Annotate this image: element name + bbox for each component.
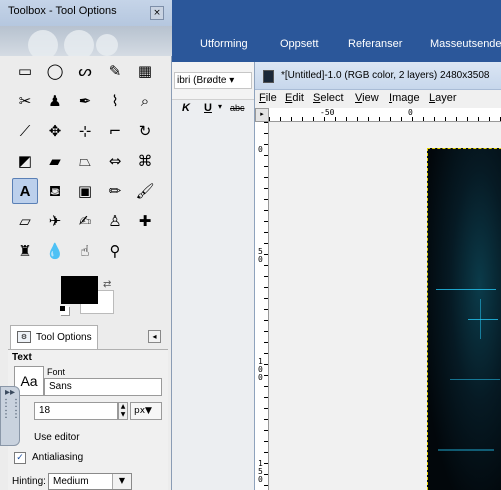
fuzzy-select-icon[interactable]: ✎ (102, 58, 128, 84)
heal-icon[interactable]: ✚ (132, 208, 158, 234)
tool-options-icon: ⚙ (17, 331, 31, 343)
glow-line (468, 319, 498, 320)
ink-icon[interactable]: ✍ (72, 208, 98, 234)
size-input[interactable]: 18 (34, 402, 118, 420)
move-icon[interactable]: ✥ (42, 118, 68, 144)
ellipse-select-icon[interactable]: ◯ (42, 58, 68, 84)
bucket-fill-icon[interactable]: ⛾ (42, 178, 68, 204)
glow-line (480, 299, 481, 339)
wilber-banner (0, 26, 172, 56)
menu-view[interactable]: View (355, 92, 379, 104)
word-tab-utforming[interactable]: Utforming (200, 38, 248, 50)
word-document-area (172, 100, 254, 490)
rect-select-icon[interactable]: ▭ (12, 58, 38, 84)
word-font-name[interactable]: ibri (Brødte ▾ (174, 72, 252, 89)
vertical-ruler[interactable]: 0 5 0 1 0 0 1 5 0 (255, 122, 269, 490)
antialiasing-checkbox[interactable]: ✓ (14, 452, 26, 464)
word-tab-masseutsendelser[interactable]: Masseutsende (430, 38, 501, 50)
tab-menu-icon[interactable]: ◂ (148, 330, 161, 343)
word-tab-oppsett[interactable]: Oppsett (280, 38, 319, 50)
shear-icon[interactable]: ▰ (42, 148, 68, 174)
unit-select[interactable]: px▼ (130, 402, 162, 420)
zoom-icon[interactable]: ⌕ (132, 88, 158, 114)
gimp-image-window: *[Untitled]-1.0 (RGB color, 2 layers) 24… (254, 62, 501, 490)
image-canvas[interactable] (427, 148, 501, 490)
glow-line (436, 289, 496, 290)
antialiasing-label[interactable]: Antialiasing (32, 452, 83, 463)
perspective-icon[interactable]: ⏢ (72, 148, 98, 174)
eraser-icon[interactable]: ▱ (12, 208, 38, 234)
foreground-select-icon[interactable]: ♟ (42, 88, 68, 114)
vruler-label-0: 0 (258, 145, 263, 154)
glow-line (438, 449, 494, 451)
cage-icon[interactable]: ⌘ (132, 148, 158, 174)
hinting-label: Hinting: (12, 476, 46, 487)
glow-line (450, 379, 500, 380)
pencil-icon[interactable]: ✏ (102, 178, 128, 204)
scissors-select-icon[interactable]: ✂ (12, 88, 38, 114)
image-menubar: File Edit Select View Image Layer (255, 90, 501, 107)
dock-handle[interactable]: ▸▸ ⋮⋮ ⋮⋮ (0, 386, 21, 446)
gimp-image-icon (263, 70, 274, 83)
crop-icon[interactable]: ⌐ (102, 118, 128, 144)
measure-icon[interactable]: ⟋ (12, 118, 38, 144)
menu-layer[interactable]: Layer (429, 92, 457, 104)
vruler-label-150: 1 5 0 (258, 459, 263, 484)
image-window-title: *[Untitled]-1.0 (RGB color, 2 layers) 24… (281, 70, 490, 81)
wilber-eye (28, 30, 58, 56)
default-colors-icon[interactable] (60, 306, 69, 315)
color-picker-icon[interactable]: ⌇ (102, 88, 128, 114)
blend-icon[interactable]: ▣ (72, 178, 98, 204)
free-select-icon[interactable]: ᔕ (72, 58, 98, 84)
chevron-down-icon[interactable]: ▼ (112, 474, 131, 489)
word-bold-button[interactable]: K (182, 102, 190, 114)
align-icon[interactable]: ⊹ (72, 118, 98, 144)
quick-mask-toggle[interactable]: ▸ (255, 108, 269, 122)
text-icon[interactable]: A (12, 178, 38, 204)
toolbox-titlebar[interactable]: Toolbox - Tool Options × (0, 0, 172, 26)
size-spinner[interactable]: ▲ ▼ (118, 402, 128, 420)
scale-icon[interactable]: ◩ (12, 148, 38, 174)
blur-icon[interactable]: 💧 (42, 238, 68, 264)
word-underline-button[interactable]: U (204, 102, 212, 114)
menu-file[interactable]: File (259, 92, 277, 104)
font-label: Font (47, 367, 66, 377)
tool-options-title: Text (12, 352, 32, 363)
word-ribbon (172, 0, 501, 62)
swap-colors-icon[interactable]: ⇄ (103, 279, 111, 290)
paths-icon[interactable]: ✒ (72, 88, 98, 114)
font-input[interactable]: Sans (44, 378, 162, 396)
menu-image[interactable]: Image (389, 92, 420, 104)
menu-edit[interactable]: Edit (285, 92, 304, 104)
word-underline-dropdown[interactable]: ▾ (218, 102, 222, 111)
close-icon[interactable]: × (150, 6, 164, 20)
dodge-burn-icon[interactable]: ⚲ (102, 238, 128, 264)
use-editor-label[interactable]: Use editor (34, 432, 80, 443)
vruler-label-100: 1 0 0 (258, 357, 263, 382)
word-tab-referanser[interactable]: Referanser (348, 38, 402, 50)
rotate-icon[interactable]: ↻ (132, 118, 158, 144)
paintbrush-icon[interactable]: 🖌 (132, 178, 158, 204)
wilber-eye (64, 30, 94, 56)
desktop: Utforming Oppsett Referanser Masseutsend… (0, 0, 501, 490)
foreground-color-swatch-top[interactable] (61, 276, 98, 304)
vruler-label-50: 5 0 (258, 247, 263, 264)
horizontal-ruler[interactable]: -50 0 (269, 108, 501, 122)
tab-tool-options[interactable]: ⚙ Tool Options (10, 325, 98, 349)
word-strikethrough-button[interactable]: abc (230, 103, 245, 113)
perspective-clone-icon[interactable]: ♜ (12, 238, 38, 264)
hruler-label-0: 0 (408, 108, 413, 117)
select-by-color-icon[interactable]: ▦ (132, 58, 158, 84)
wilber-eye (96, 34, 118, 56)
image-window-titlebar[interactable]: *[Untitled]-1.0 (RGB color, 2 layers) 24… (255, 62, 501, 90)
smudge-icon[interactable]: ☝ (72, 238, 98, 264)
clone-icon[interactable]: ♙ (102, 208, 128, 234)
airbrush-icon[interactable]: ✈ (42, 208, 68, 234)
menu-select[interactable]: Select (313, 92, 344, 104)
hruler-label-neg50: -50 (320, 108, 335, 117)
tab-tool-options-label: Tool Options (36, 332, 92, 343)
toolbox-title: Toolbox - Tool Options (8, 5, 117, 17)
flip-icon[interactable]: ⇔ (102, 148, 128, 174)
gimp-toolbox: Toolbox - Tool Options × ▭ ◯ ᔕ ✎ ▦ ✂ ♟ ✒ ⌇ ⌕ ⟋ ✥ ⊹ ⌐ ↻… (0, 0, 172, 490)
